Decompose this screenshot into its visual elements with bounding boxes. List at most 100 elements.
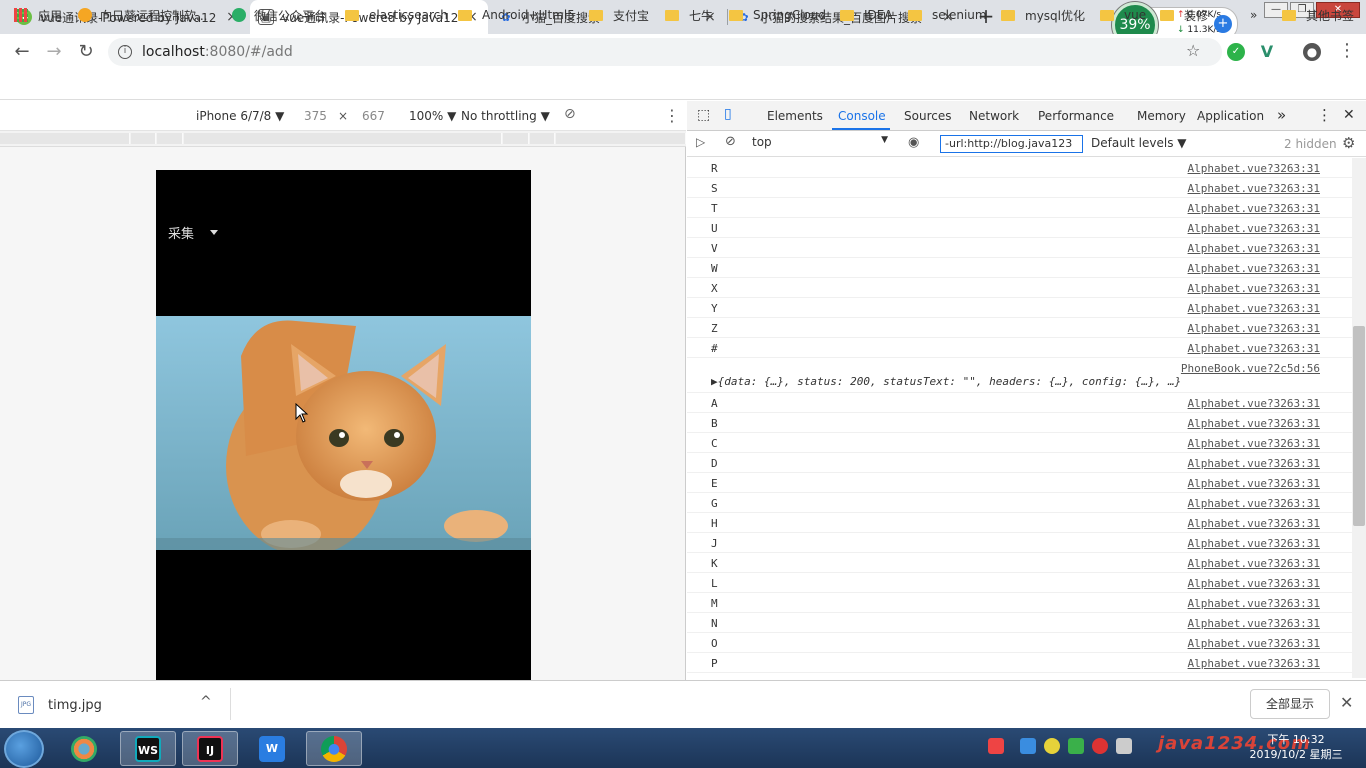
ruler-segment[interactable] xyxy=(530,133,555,144)
bookmark-elasticsearch[interactable]: elasticsearch xyxy=(345,6,448,24)
ruler-segment[interactable] xyxy=(556,133,686,144)
tab-performance[interactable]: Performance xyxy=(1038,109,1114,123)
console-source-link[interactable]: Alphabet.vue?3263:31 xyxy=(1188,617,1320,630)
media-query-ruler[interactable] xyxy=(0,131,686,147)
console-source-link[interactable]: Alphabet.vue?3263:31 xyxy=(1188,342,1320,355)
zoom-select[interactable]: 100% ▼ xyxy=(409,109,456,123)
console-source-link[interactable]: Alphabet.vue?3263:31 xyxy=(1188,637,1320,650)
back-button[interactable]: ← xyxy=(10,40,34,64)
live-expression-eye-icon[interactable]: ◉ xyxy=(908,135,919,150)
console-source-link[interactable]: Alphabet.vue?3263:31 xyxy=(1188,557,1320,570)
console-message[interactable]: ▶{data: {…}, status: 200, statusText: ""… xyxy=(711,375,1181,388)
bookmark-alipay[interactable]: 支付宝 xyxy=(589,6,649,24)
bookmark-vue[interactable]: vue xyxy=(1100,6,1146,24)
console-source-link[interactable]: Alphabet.vue?3263:31 xyxy=(1188,537,1320,550)
tab-sources[interactable]: Sources xyxy=(904,109,951,123)
vue-devtools-icon[interactable]: V xyxy=(1258,43,1276,61)
show-all-button[interactable]: 全部显示 xyxy=(1250,689,1330,719)
bookmark-apps[interactable]: 应用 xyxy=(14,6,62,24)
device-menu-icon[interactable]: ⋮ xyxy=(664,106,680,125)
console-source-link[interactable]: Alphabet.vue?3263:31 xyxy=(1188,162,1320,175)
console-source-link[interactable]: Alphabet.vue?3263:31 xyxy=(1188,322,1320,335)
console-source-link[interactable]: Alphabet.vue?3263:31 xyxy=(1188,282,1320,295)
sidebar-toggle-icon[interactable]: ▷ xyxy=(696,135,705,149)
console-source-link[interactable]: Alphabet.vue?3263:31 xyxy=(1188,437,1320,450)
bookmark-selenium[interactable]: selenium xyxy=(908,6,987,24)
ruler-segment[interactable] xyxy=(131,133,156,144)
collect-select[interactable]: 采集 xyxy=(168,223,194,242)
tab-memory[interactable]: Memory xyxy=(1137,109,1186,123)
bookmark-star-icon[interactable]: ☆ xyxy=(1186,41,1200,60)
ruler-segment[interactable] xyxy=(0,133,130,144)
tab-application[interactable]: Application xyxy=(1197,109,1264,123)
console-source-link[interactable]: Alphabet.vue?3263:31 xyxy=(1188,477,1320,490)
system-clock[interactable]: 下午 10:32 2019/10/2 星期三 xyxy=(1236,732,1356,762)
bookmark-mysql[interactable]: mysql优化 xyxy=(1001,6,1085,24)
console-source-link[interactable]: Alphabet.vue?3263:31 xyxy=(1188,202,1320,215)
profile-avatar-icon[interactable]: ● xyxy=(1303,43,1321,61)
clear-console-icon[interactable]: ⊘ xyxy=(725,134,736,149)
ruler-segment[interactable] xyxy=(157,133,183,144)
download-item[interactable]: JPG timg.jpg xyxy=(18,696,102,714)
device-width[interactable]: 375 xyxy=(304,109,327,123)
forward-button[interactable]: → xyxy=(42,40,66,64)
console-source-link[interactable]: Alphabet.vue?3263:31 xyxy=(1188,302,1320,315)
ruler-segment[interactable] xyxy=(503,133,529,144)
bookmark-other[interactable]: 其他书签 xyxy=(1282,6,1354,24)
console-source-link[interactable]: Alphabet.vue?3263:31 xyxy=(1188,657,1320,670)
taskbar-app-intellij[interactable]: IJ xyxy=(182,731,238,766)
tray-sogou-icon[interactable] xyxy=(988,738,1004,754)
device-toggle-icon[interactable]: ▯ xyxy=(724,106,732,122)
device-select[interactable]: iPhone 6/7/8 ▼ xyxy=(196,109,284,123)
taskbar-app-chrome[interactable]: ● xyxy=(306,731,362,766)
dropdown-caret-icon[interactable] xyxy=(210,230,218,235)
device-height[interactable]: 667 xyxy=(362,109,385,123)
context-select[interactable]: top ▼ xyxy=(752,135,892,153)
address-bar[interactable]: i localhost:8080/#/add xyxy=(108,38,1222,66)
log-levels-select[interactable]: Default levels ▼ xyxy=(1091,136,1187,150)
scrollbar-thumb[interactable] xyxy=(1353,326,1365,526)
tab-network[interactable]: Network xyxy=(969,109,1019,123)
bookmark-sunlogin[interactable]: 向日葵远程控制软... xyxy=(78,6,207,24)
tray-plus-icon[interactable] xyxy=(1044,738,1060,754)
accelerate-plus-icon[interactable]: + xyxy=(1214,15,1232,33)
console-source-link[interactable]: Alphabet.vue?3263:31 xyxy=(1188,577,1320,590)
ruler-segment[interactable] xyxy=(184,133,502,144)
console-source-link[interactable]: Alphabet.vue?3263:31 xyxy=(1188,222,1320,235)
devtools-menu-icon[interactable]: ⋮ xyxy=(1317,106,1332,124)
bookmarks-overflow-button[interactable]: » xyxy=(1250,6,1257,24)
console-settings-gear-icon[interactable]: ⚙ xyxy=(1342,134,1355,152)
bookmark-android-html5[interactable]: Android+Html5 xyxy=(458,6,575,24)
console-output[interactable]: R Alphabet.vue?3263:31 S Alphabet.vue?3263:… xyxy=(687,158,1352,678)
bookmark-springcloud[interactable]: SpringCloud xyxy=(729,6,826,24)
console-source-link[interactable]: Alphabet.vue?3263:31 xyxy=(1188,417,1320,430)
info-icon[interactable]: i xyxy=(118,45,132,59)
tray-network-icon[interactable] xyxy=(1116,738,1132,754)
download-options-caret-icon[interactable]: ^ xyxy=(200,694,212,710)
console-source-link[interactable]: Alphabet.vue?3263:31 xyxy=(1188,182,1320,195)
start-button[interactable] xyxy=(4,730,44,768)
reload-button[interactable]: ↻ xyxy=(74,40,98,64)
taskbar-app-orb[interactable] xyxy=(56,731,112,766)
throttle-select[interactable]: No throttling ▼ xyxy=(461,109,550,123)
console-source-link[interactable]: Alphabet.vue?3263:31 xyxy=(1188,242,1320,255)
console-filter-input[interactable]: -url:http://blog.java123 xyxy=(940,135,1083,153)
tray-cube-icon[interactable] xyxy=(1020,738,1036,754)
bookmark-idea[interactable]: IDEA xyxy=(840,6,893,24)
tab-console[interactable]: Console xyxy=(838,109,886,123)
extension-shield-icon[interactable]: ✓ xyxy=(1227,43,1245,61)
taskbar-app-wps[interactable]: W xyxy=(244,731,300,766)
chrome-menu-icon[interactable]: ⋮ xyxy=(1338,40,1356,61)
console-source-link[interactable]: Alphabet.vue?3263:31 xyxy=(1188,597,1320,610)
bookmark-wechat[interactable]: 微信公众平台 xyxy=(232,6,326,24)
console-source-link[interactable]: Alphabet.vue?3263:31 xyxy=(1188,397,1320,410)
console-source-link[interactable]: Alphabet.vue?3263:31 xyxy=(1188,517,1320,530)
tab-elements[interactable]: Elements xyxy=(767,109,823,123)
download-bar-close-icon[interactable]: ✕ xyxy=(1340,693,1353,712)
rotate-icon[interactable]: ⊘ xyxy=(564,106,576,122)
inspect-element-icon[interactable]: ⬚ xyxy=(697,107,710,123)
more-tabs-button[interactable]: » xyxy=(1277,106,1286,124)
bookmark-decoration[interactable]: 装修 xyxy=(1160,6,1208,24)
console-source-link[interactable]: Alphabet.vue?3263:31 xyxy=(1188,497,1320,510)
bookmark-qiniu[interactable]: 七牛 xyxy=(665,6,713,24)
